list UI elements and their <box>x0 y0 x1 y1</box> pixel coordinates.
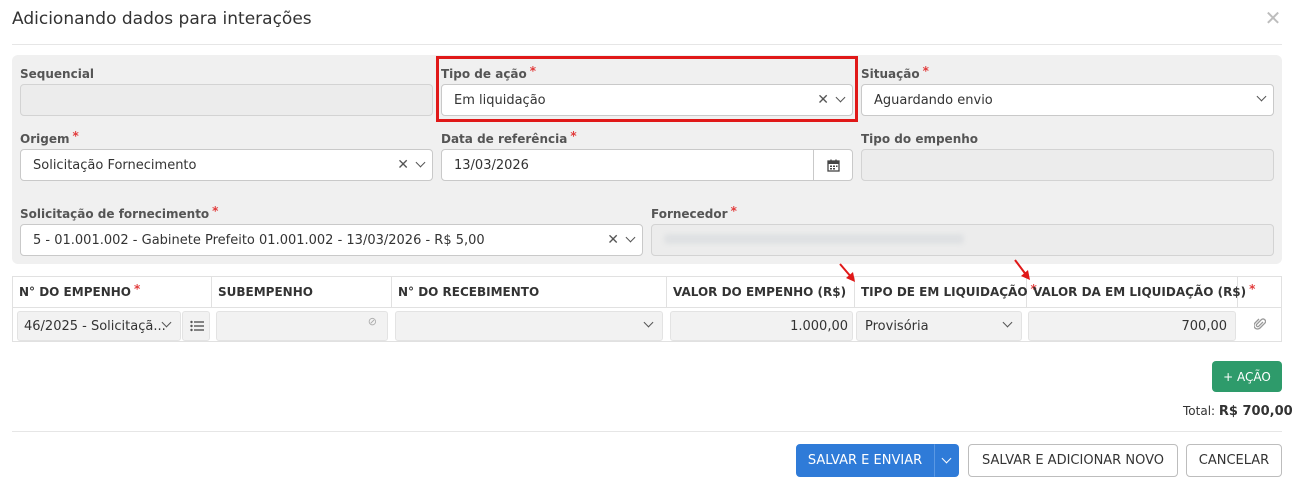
blocked-icon: ⊘ <box>367 315 377 328</box>
header-divider <box>12 44 1282 45</box>
red-arrow-icon <box>1014 259 1030 280</box>
subempenho-field: ⊘ <box>216 311 388 341</box>
chevron-down-icon <box>161 317 172 328</box>
col-recebimento: N° DO RECEBIMENTO <box>392 277 667 307</box>
table-row: 46/2025 - Solicitaçã... ⊘ 1.000,00 Provi… <box>13 307 1281 342</box>
cancel-button[interactable]: CANCELAR <box>1186 444 1282 477</box>
chevron-down-icon <box>1002 317 1013 328</box>
situacao-label: Situação * <box>861 64 929 81</box>
valor-empenho-field: 1.000,00 <box>670 311 853 341</box>
col-empenho: N° DO EMPENHO * <box>13 277 212 307</box>
origem-select[interactable]: Solicitação Fornecimento ✕ <box>20 149 433 181</box>
origem-label: Origem * <box>20 129 79 146</box>
solicitacao-label: Solicitação de fornecimento * <box>20 204 219 221</box>
list-icon <box>190 320 204 332</box>
calendar-icon[interactable] <box>813 150 852 180</box>
add-action-label: + AÇÃO <box>1223 369 1271 384</box>
highlight-box <box>436 56 858 122</box>
col-tipo-liquidacao: TIPO DE EM LIQUIDAÇÃO * <box>855 277 1037 307</box>
col-subempenho: SUBEMPENHO <box>212 277 392 307</box>
add-action-button[interactable]: + AÇÃO <box>1212 361 1282 392</box>
red-arrow-icon <box>839 263 855 282</box>
data-referencia-input[interactable]: 13/03/2026 <box>441 149 853 181</box>
list-button[interactable] <box>182 311 210 341</box>
col-valor-liquidacao: VALOR DA EM LIQUIDAÇÃO (R$) * <box>1027 277 1255 307</box>
clear-icon[interactable]: ✕ <box>607 232 619 248</box>
chevron-down-icon <box>625 232 636 243</box>
data-referencia-label: Data de referência * <box>441 129 577 146</box>
save-add-new-button[interactable]: SALVAR E ADICIONAR NOVO <box>968 444 1178 477</box>
solicitacao-select[interactable]: 5 - 01.001.002 - Gabinete Prefeito 01.00… <box>20 224 643 256</box>
tipo-empenho-field <box>861 149 1274 181</box>
col-attach <box>1238 277 1281 307</box>
chevron-down-icon <box>941 453 952 464</box>
tipo-liquidacao-select[interactable]: Provisória <box>856 311 1022 341</box>
empenho-select[interactable]: 46/2025 - Solicitaçã... <box>17 311 181 341</box>
footer-divider <box>12 431 1282 432</box>
clear-icon[interactable]: ✕ <box>397 157 409 173</box>
fornecedor-label: Fornecedor * <box>651 204 737 221</box>
tipo-empenho-label: Tipo do empenho <box>861 132 979 146</box>
chevron-down-icon <box>1256 91 1267 102</box>
total: Total: R$ 700,00 <box>1183 404 1293 419</box>
recebimento-select[interactable] <box>395 311 663 341</box>
sequencial-label: Sequencial <box>20 67 95 81</box>
valor-liquidacao-field[interactable]: 700,00 <box>1028 311 1236 341</box>
blurred-value <box>664 234 964 244</box>
save-send-button[interactable]: SALVAR E ENVIAR <box>796 444 934 477</box>
interactions-table: N° DO EMPENHO * SUBEMPENHO N° DO RECEBIME… <box>12 276 1282 342</box>
close-icon[interactable]: ✕ <box>1264 8 1282 28</box>
save-send-dropdown[interactable] <box>934 444 959 477</box>
dialog-title: Adicionando dados para interações <box>12 9 312 29</box>
situacao-select[interactable]: Aguardando envio <box>861 84 1274 116</box>
sequencial-field <box>20 84 433 116</box>
col-valor-empenho: VALOR DO EMPENHO (R$) <box>667 277 855 307</box>
chevron-down-icon <box>415 157 426 168</box>
paperclip-icon[interactable] <box>1253 317 1267 335</box>
fornecedor-field <box>651 224 1274 256</box>
chevron-down-icon <box>643 317 654 328</box>
